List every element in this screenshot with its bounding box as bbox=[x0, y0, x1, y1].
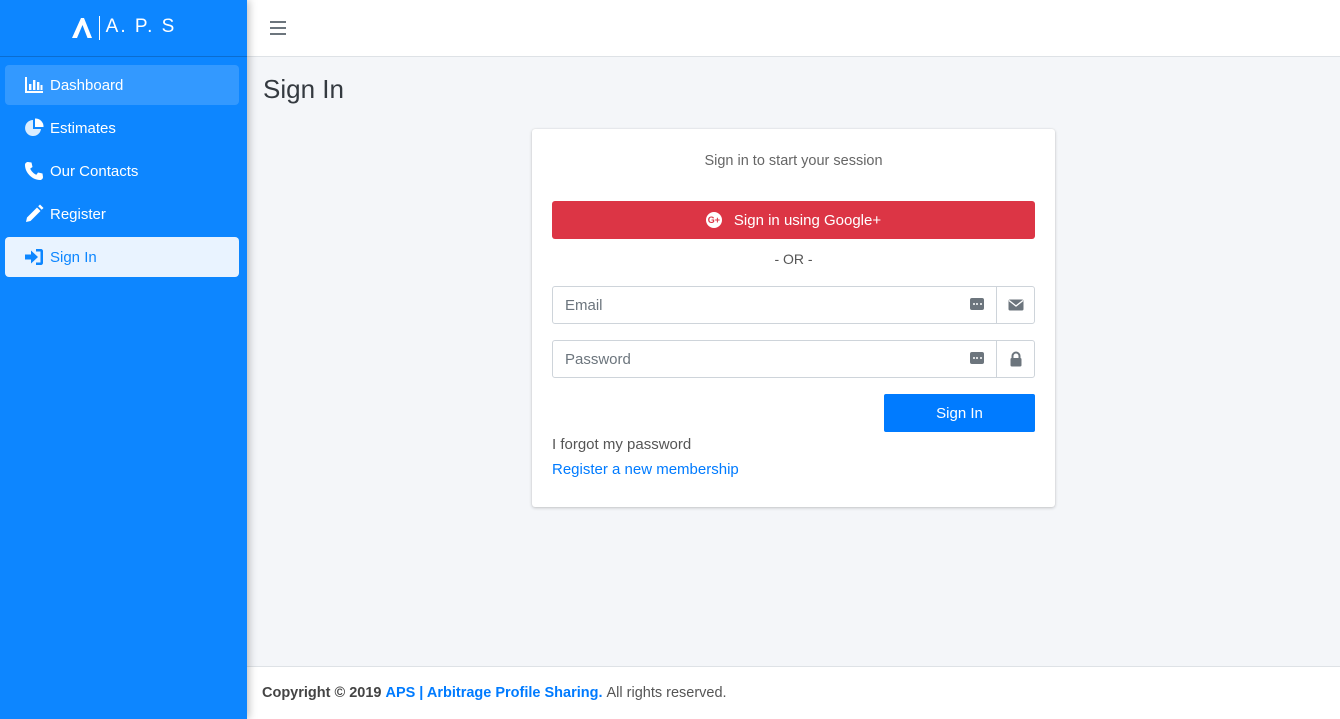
pen-icon bbox=[23, 204, 45, 224]
google-signin-button[interactable]: G+ Sign in using Google+ bbox=[552, 201, 1035, 239]
password-manager-icon[interactable] bbox=[970, 298, 984, 310]
brand-separator bbox=[98, 16, 100, 40]
login-card: Sign in to start your session G+ Sign in… bbox=[532, 129, 1055, 507]
sidebar-item-dashboard[interactable]: Dashboard bbox=[5, 65, 239, 105]
footer: Copyright © 2019 APS | Arbitrage Profile… bbox=[247, 666, 1340, 719]
google-signin-label: Sign in using Google+ bbox=[733, 211, 882, 229]
footer-copyright: Copyright © 2019 bbox=[262, 685, 382, 701]
password-manager-icon[interactable] bbox=[970, 352, 984, 364]
lock-icon bbox=[996, 341, 1034, 377]
phone-icon bbox=[23, 161, 45, 181]
sidebar-item-register[interactable]: Register bbox=[5, 194, 239, 234]
login-box-message: Sign in to start your session bbox=[704, 153, 883, 169]
menu-toggle-icon[interactable] bbox=[270, 21, 286, 35]
forgot-password-link[interactable]: I forgot my password bbox=[552, 436, 1035, 453]
sidebar-item-sign-in[interactable]: Sign In bbox=[5, 237, 239, 277]
page-title: Sign In bbox=[263, 74, 344, 104]
sidebar-item-our-contacts[interactable]: Our Contacts bbox=[5, 151, 239, 191]
footer-rights: All rights reserved. bbox=[606, 685, 727, 701]
main-content: Sign In Sign in to start your session G+… bbox=[247, 57, 1340, 666]
password-input-group bbox=[552, 340, 1035, 378]
sidebar-item-estimates[interactable]: Estimates bbox=[5, 108, 239, 148]
aps-logo-icon bbox=[71, 17, 93, 39]
footer-brand-link[interactable]: APS | Arbitrage Profile Sharing. bbox=[385, 685, 602, 701]
email-input[interactable] bbox=[553, 287, 996, 323]
sidebar: A. P. S Dashboard Estimates Our Contacts… bbox=[0, 0, 247, 719]
email-input-group bbox=[552, 286, 1035, 324]
chart-pie-icon bbox=[23, 118, 45, 138]
brand-logo[interactable]: A. P. S bbox=[0, 0, 247, 57]
brand-text: A. P. S bbox=[105, 15, 177, 37]
sidebar-item-label: Dashboard bbox=[50, 76, 124, 94]
sign-in-button[interactable]: Sign In bbox=[884, 394, 1035, 432]
sidebar-item-label: Register bbox=[50, 205, 106, 223]
submit-row: Sign In bbox=[552, 394, 1035, 432]
sidebar-item-label: Estimates bbox=[50, 119, 116, 137]
sidebar-item-label: Our Contacts bbox=[50, 162, 139, 180]
password-input[interactable] bbox=[553, 341, 996, 377]
top-navbar bbox=[247, 0, 1340, 57]
sidebar-nav: Dashboard Estimates Our Contacts Registe… bbox=[0, 57, 247, 277]
sidebar-item-label: Sign In bbox=[50, 248, 97, 266]
envelope-icon bbox=[996, 287, 1034, 323]
or-divider: - OR - bbox=[774, 251, 813, 267]
sign-in-icon bbox=[23, 247, 45, 267]
google-plus-icon: G+ bbox=[705, 212, 722, 228]
register-membership-link[interactable]: Register a new membership bbox=[552, 461, 739, 478]
chart-bar-icon bbox=[23, 75, 45, 95]
